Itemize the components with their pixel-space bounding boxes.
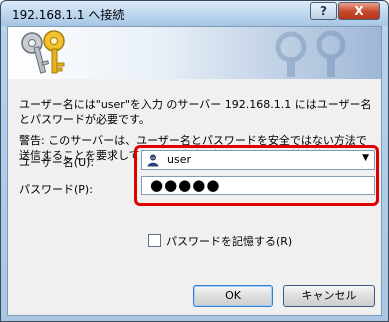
help-button[interactable]: ? [310,2,337,20]
remember-password-checkbox[interactable] [148,234,161,247]
password-label: パスワード(P): [19,183,93,196]
username-combobox[interactable]: user ▼ [141,150,375,170]
dialog-body: ユーザー名には"user"を入力 のサーバー 192.168.1.1 にはユーザ… [7,26,382,316]
login-dialog: 192.168.1.1 へ接続 ? X ユーザー名には"user"を入力 のサー… [0,0,389,322]
password-mask: ●●●●● [150,176,221,194]
username-label: ユーザー名(U): [19,156,95,169]
cancel-button[interactable]: キャンセル [283,285,375,307]
close-button[interactable]: X [338,2,380,20]
banner [8,27,381,79]
auth-message: ユーザー名には"user"を入力 のサーバー 192.168.1.1 にはユーザ… [19,98,372,126]
username-value: user [167,153,191,166]
banner-decoration-icon [275,30,346,77]
user-icon [147,154,159,167]
title-bar[interactable]: 192.168.1.1 へ接続 ? X [1,1,388,26]
keys-icon [21,30,65,74]
ok-button[interactable]: OK [193,285,273,307]
dialog-title: 192.168.1.1 へ接続 [12,8,125,22]
password-input[interactable]: ●●●●● [141,176,375,195]
remember-password-label[interactable]: パスワードを記憶する(R) [166,233,292,249]
chevron-down-icon[interactable]: ▼ [362,153,369,163]
